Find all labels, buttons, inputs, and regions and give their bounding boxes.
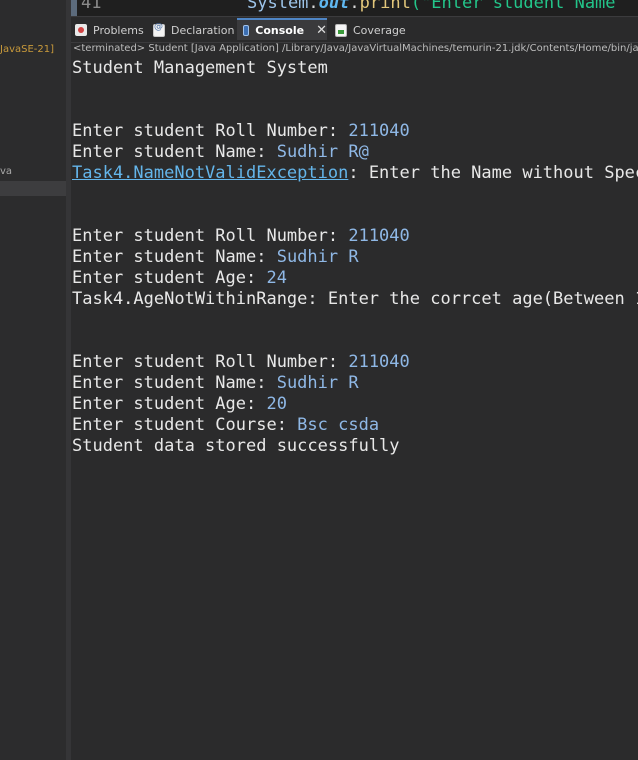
console-line: Enter student Name: Sudhir R — [72, 373, 638, 394]
console-icon — [243, 24, 250, 36]
console-line: Enter student Age: 20 — [72, 394, 638, 415]
code-line[interactable]: System.out.print("Enter student Name — [247, 0, 616, 13]
console-line: Enter student Name: Sudhir R@ — [72, 142, 638, 163]
name-prompt: Enter student Name: — [72, 142, 277, 162]
selected-tree-row[interactable] — [0, 181, 66, 196]
code-method: print — [359, 0, 411, 13]
package-explorer: JavaSE-21] va — [0, 0, 67, 760]
course-prompt: Enter student Course: — [72, 415, 298, 435]
code-string: ("Enter student Name — [410, 0, 616, 13]
code-field: out — [318, 0, 350, 13]
roll-input: 211040 — [348, 226, 410, 246]
name-input: Sudhir R — [276, 373, 359, 393]
roll-prompt: Enter student Roll Number: — [72, 121, 349, 141]
coverage-icon — [335, 23, 347, 37]
age-prompt: Enter student Age: — [72, 394, 267, 414]
code-class: System — [247, 0, 309, 13]
name-input: Sudhir R — [276, 247, 359, 267]
roll-prompt: Enter student Roll Number: — [72, 226, 349, 246]
exception-message: : Enter the Name without Special Charact… — [348, 163, 638, 183]
age-input: 24 — [266, 268, 287, 288]
tab-console[interactable]: Console ✕ — [237, 18, 327, 40]
console-line: Enter student Roll Number: 211040 — [72, 226, 638, 247]
tab-coverage-label: Coverage — [353, 23, 406, 37]
console-line: Enter student Roll Number: 211040 — [72, 121, 638, 142]
name-input: Sudhir R@ — [276, 142, 369, 162]
view-tab-bar: Problems Declaration Console ✕ Coverage — [71, 18, 638, 43]
name-prompt: Enter student Name: — [72, 373, 277, 393]
console-line: Enter student Course: Bsc csda — [72, 415, 638, 436]
console-title: Student Management System — [72, 58, 328, 78]
gutter-marker — [71, 0, 77, 16]
error-line: Task4.AgeNotWithinRange: Enter the corrc… — [72, 289, 638, 309]
tab-console-label: Console — [255, 23, 305, 37]
success-line: Student data stored successfully — [72, 436, 400, 456]
age-prompt: Enter student Age: — [72, 268, 267, 288]
console-output[interactable]: Student Management System Enter student … — [72, 58, 638, 760]
course-input: Bsc csda — [297, 415, 380, 435]
name-prompt: Enter student Name: — [72, 247, 277, 267]
declaration-icon — [153, 22, 165, 37]
console-line: Enter student Roll Number: 211040 — [72, 352, 638, 373]
console-line: Enter student Name: Sudhir R — [72, 247, 638, 268]
console-line: Enter student Age: 24 — [72, 268, 638, 289]
problems-icon — [75, 24, 87, 36]
code-dot: . — [349, 0, 360, 13]
code-editor[interactable]: 41 System.out.print("Enter student Name — [71, 0, 638, 17]
console-line: Task4.NameNotValidException: Enter the N… — [72, 163, 638, 184]
tab-problems[interactable]: Problems — [75, 18, 144, 42]
tab-coverage[interactable]: Coverage — [335, 18, 406, 42]
tab-declaration-label: Declaration — [171, 23, 235, 37]
roll-input: 211040 — [348, 121, 410, 141]
tab-declaration[interactable]: Declaration — [153, 18, 234, 42]
code-dot: . — [308, 0, 319, 13]
roll-input: 211040 — [348, 352, 410, 372]
close-icon[interactable]: ✕ — [316, 23, 327, 38]
age-input: 20 — [266, 394, 287, 414]
roll-prompt: Enter student Roll Number: — [72, 352, 349, 372]
console-status-line: <terminated> Student [Java Application] … — [73, 43, 638, 54]
jre-library-label[interactable]: JavaSE-21] — [0, 44, 66, 55]
line-number: 41 — [81, 0, 102, 13]
tab-problems-label: Problems — [93, 23, 144, 37]
tree-item-label[interactable]: va — [0, 166, 66, 177]
panel-splitter[interactable] — [66, 0, 71, 760]
exception-link[interactable]: Task4.NameNotValidException — [72, 163, 348, 183]
